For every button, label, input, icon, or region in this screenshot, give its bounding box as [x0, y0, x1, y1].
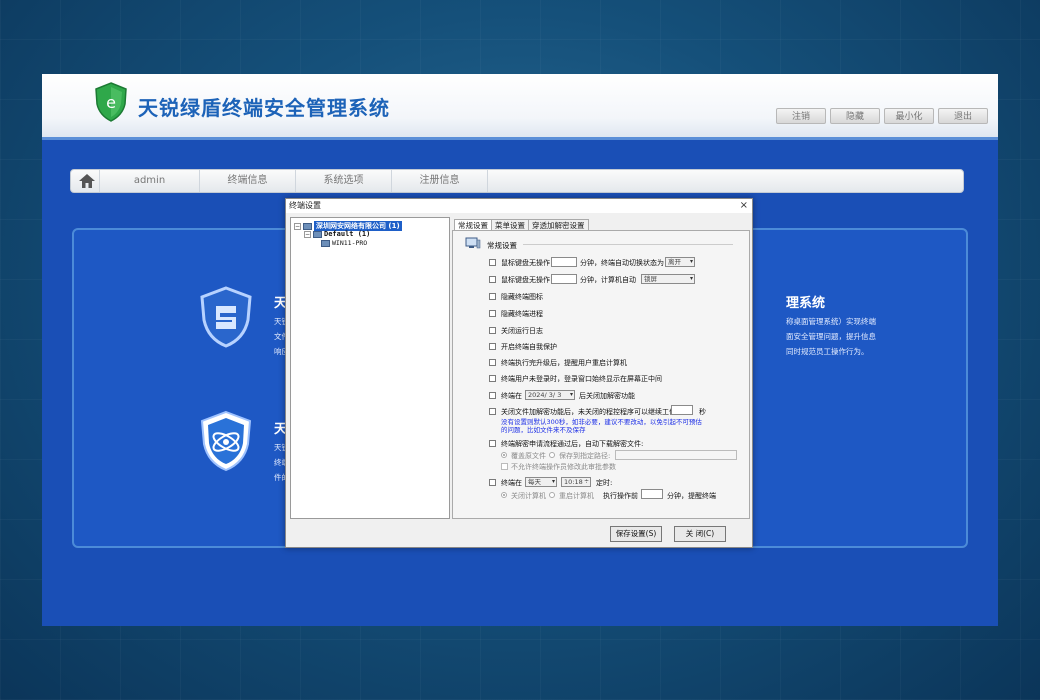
- close-dialog-button[interactable]: 关 闭(C): [674, 526, 726, 542]
- group-icon: [313, 230, 322, 238]
- home-icon[interactable]: [79, 174, 95, 188]
- network-icon: [303, 222, 312, 230]
- svg-text:e: e: [106, 93, 116, 112]
- idle-status-label: 鼠标键盘无操作: [501, 259, 550, 267]
- schedule-frequency-select[interactable]: 每天: [525, 477, 557, 487]
- auto-download-label: 终端解密申请流程通过后，自动下载解密文件:: [501, 440, 644, 448]
- disable-log-checkbox[interactable]: [489, 327, 496, 334]
- idle-action-minutes-input[interactable]: [551, 274, 577, 284]
- feature1-right-title: 理系统: [786, 296, 826, 311]
- feature1-right-text-3: 同时规范员工操作行为。: [786, 347, 869, 356]
- nav-item-terminal-info[interactable]: 终端信息: [199, 170, 295, 192]
- tree-group-label: Default (1): [324, 230, 371, 238]
- section-divider: [523, 244, 733, 245]
- feature1-right-text-1: 称桌面管理系统）实现终端: [786, 317, 876, 326]
- no-modify-label: 不允许终端操作员修改此审批参数: [511, 463, 616, 471]
- nav-item-system-options[interactable]: 系统选项: [295, 170, 391, 192]
- disable-encryption-date[interactable]: 2024/ 3/ 3: [525, 390, 575, 400]
- idle-status-minutes-input[interactable]: [551, 257, 577, 267]
- remind-minutes-input[interactable]: [641, 489, 663, 499]
- idle-action-select[interactable]: 锁屏: [641, 274, 695, 284]
- before-action-label: 执行操作前: [603, 492, 638, 500]
- section-title: 常规设置: [487, 241, 517, 250]
- continue-work-checkbox[interactable]: [489, 408, 496, 415]
- idle-status-unit: 分钟，终端自动切换状态为: [580, 259, 664, 267]
- idle-status-select[interactable]: 离开: [665, 257, 695, 267]
- idle-status-checkbox[interactable]: [489, 259, 496, 266]
- hide-icon-checkbox[interactable]: [489, 293, 496, 300]
- exit-button[interactable]: 退出: [938, 108, 988, 124]
- minimize-button[interactable]: 最小化: [884, 108, 934, 124]
- reboot-label: 重启计算机: [559, 492, 594, 500]
- close-icon[interactable]: ×: [740, 199, 748, 212]
- hide-process-label: 隐藏终端进程: [501, 310, 543, 318]
- schedule-suffix: 定时:: [596, 479, 613, 487]
- restart-reminder-label: 终端执行完升级后，提醒用户重启计算机: [501, 359, 627, 367]
- hide-process-checkbox[interactable]: [489, 310, 496, 317]
- app-title: 天锐绿盾终端安全管理系统: [138, 96, 390, 120]
- self-protect-label: 开启终端自我保护: [501, 343, 557, 351]
- restart-reminder-checkbox[interactable]: [489, 359, 496, 366]
- shield-atom-icon: [200, 410, 252, 472]
- nav-divider: [487, 170, 499, 192]
- login-center-label: 终端用户未登录时，登录窗口始终显示在屏幕正中间: [501, 375, 662, 383]
- hide-icon-label: 隐藏终端图标: [501, 293, 543, 301]
- tree-node-group[interactable]: − Default (1): [304, 230, 370, 238]
- reboot-radio[interactable]: [549, 492, 555, 498]
- feature1-right-text-2: 面安全管理问题，提升信息: [786, 332, 876, 341]
- nav-bar: admin 终端信息 系统选项 注册信息: [70, 169, 964, 193]
- self-protect-checkbox[interactable]: [489, 343, 496, 350]
- save-settings-button[interactable]: 保存设置(S): [610, 526, 662, 542]
- auto-download-checkbox[interactable]: [489, 440, 496, 447]
- overwrite-radio[interactable]: [501, 452, 507, 458]
- computer-icon: [321, 239, 330, 247]
- note-line-2: 的问题，比如文件来不及保存: [501, 426, 586, 434]
- shutdown-label: 关闭计算机: [511, 492, 546, 500]
- continue-work-unit: 秒: [699, 408, 706, 416]
- shutdown-radio[interactable]: [501, 492, 507, 498]
- idle-action-checkbox[interactable]: [489, 276, 496, 283]
- app-header: e 天锐绿盾终端安全管理系统 注销 隐藏 最小化 退出: [42, 74, 998, 140]
- collapse-icon[interactable]: −: [304, 230, 311, 238]
- schedule-time-input[interactable]: 10:18: [561, 477, 591, 487]
- tree-computer-label: WIN11-PRO: [332, 239, 368, 247]
- note-line-1: 没有设置则默认300秒，如非必要，建议不要改动，以免引起不可预估: [501, 418, 702, 426]
- settings-computer-icon: [465, 237, 481, 249]
- terminal-tree: − 深圳网安网络有限公司 (1) − Default (1) WIN11-PRO: [290, 217, 450, 519]
- overwrite-label: 覆盖原文件: [511, 452, 546, 460]
- logout-button[interactable]: 注销: [776, 108, 826, 124]
- disable-encryption-suffix: 后关闭加解密功能: [579, 392, 635, 400]
- terminal-settings-dialog: 终端设置 × − 深圳网安网络有限公司 (1) − Default (1) WI…: [285, 198, 753, 548]
- idle-action-unit: 分钟，计算机自动: [580, 276, 636, 284]
- general-settings-content: 常规设置 鼠标键盘无操作 分钟，终端自动切换状态为 离开 鼠标键盘无操作 分钟，…: [452, 230, 750, 519]
- nav-item-register-info[interactable]: 注册信息: [391, 170, 487, 192]
- disable-encryption-checkbox[interactable]: [489, 392, 496, 399]
- continue-work-seconds-input[interactable]: [671, 405, 693, 415]
- continue-work-label: 关闭文件加解密功能后，未关闭的程控程序可以继续工作: [501, 408, 676, 416]
- dialog-title: 终端设置: [286, 199, 752, 213]
- tree-node-computer[interactable]: WIN11-PRO: [321, 239, 367, 247]
- hide-button[interactable]: 隐藏: [830, 108, 880, 124]
- idle-action-label: 鼠标键盘无操作: [501, 276, 550, 284]
- remind-suffix: 分钟，提醒终端: [667, 492, 716, 500]
- disable-log-label: 关闭运行日志: [501, 327, 543, 335]
- scheduled-action-label: 终端在: [501, 479, 522, 487]
- scheduled-action-checkbox[interactable]: [489, 479, 496, 486]
- save-path-radio[interactable]: [549, 452, 555, 458]
- disable-encryption-label: 终端在: [501, 392, 522, 400]
- collapse-icon[interactable]: −: [294, 222, 301, 230]
- save-path-input[interactable]: [615, 450, 737, 460]
- save-path-label: 保存到指定路径:: [559, 452, 611, 460]
- shield-logo-icon: e: [95, 82, 127, 122]
- login-center-checkbox[interactable]: [489, 375, 496, 382]
- nav-item-admin[interactable]: admin: [99, 170, 199, 192]
- shield-s-icon: [200, 286, 252, 348]
- no-modify-checkbox[interactable]: [501, 463, 508, 470]
